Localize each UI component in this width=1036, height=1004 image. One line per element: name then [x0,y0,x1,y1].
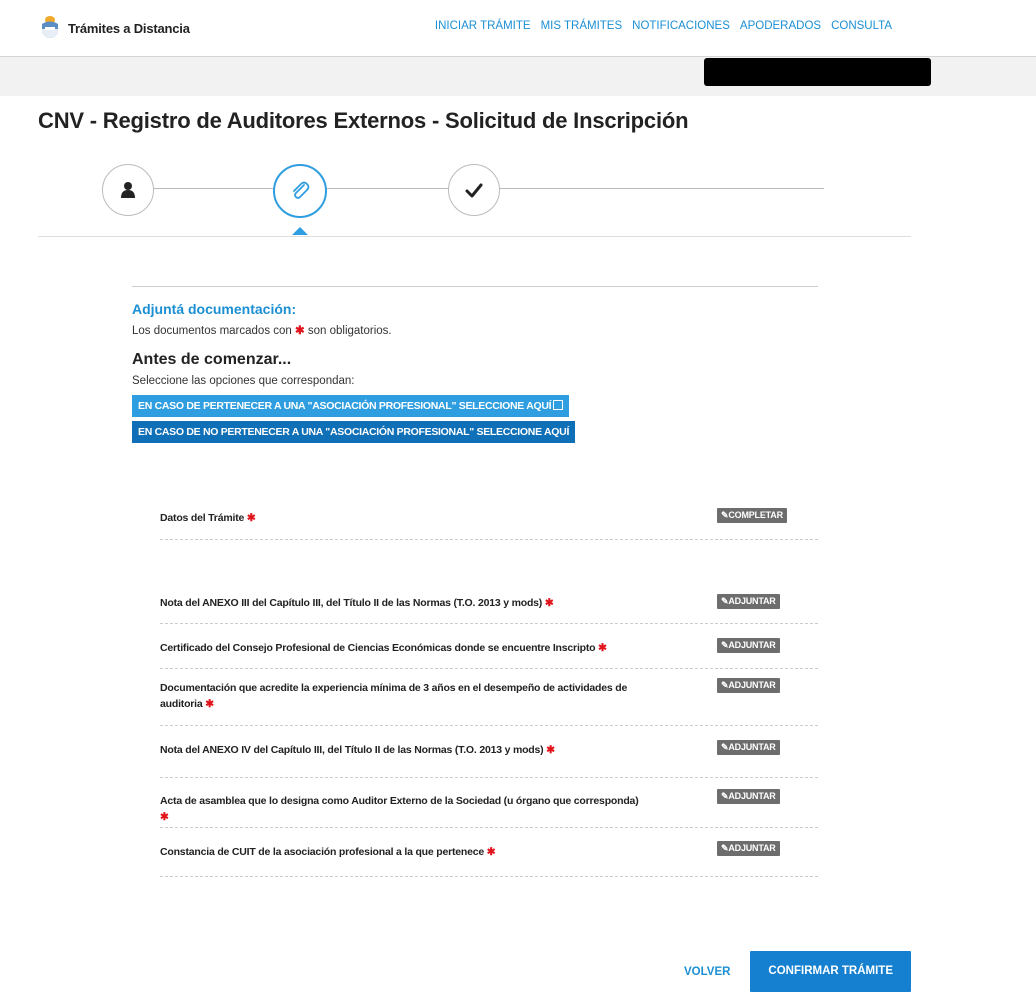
brand-name: Trámites a Distancia [68,20,190,36]
adjuntar-button[interactable]: ✎ADJUNTAR [717,594,780,609]
required-asterisk-icon: ✱ [546,744,555,756]
before-start-title: Antes de comenzar... [132,351,292,368]
brand[interactable]: Trámites a Distancia [38,12,190,44]
required-asterisk-icon: ✱ [295,325,305,337]
document-row: Constancia de CUIT de la asociación prof… [160,828,818,877]
adjuntar-button[interactable]: ✎ADJUNTAR [717,740,780,755]
user-icon [121,182,135,198]
document-label: Constancia de CUIT de la asociación prof… [160,846,496,858]
progress-stepper [38,160,911,237]
required-asterisk-icon: ✱ [205,698,214,710]
option-not-belongs-label: EN CASO DE NO PERTENECER A UNA "ASOCIACI… [138,426,570,438]
document-label: Certificado del Consejo Profesional de C… [160,642,607,654]
nav-mis-tramites[interactable]: MIS TRÁMITES [541,20,623,32]
option-not-belongs-association-button[interactable]: EN CASO DE NO PERTENECER A UNA "ASOCIACI… [132,421,576,443]
required-asterisk-icon: ✱ [486,846,496,858]
argentina-shield-logo [42,16,58,38]
required-asterisk-icon: ✱ [160,811,169,823]
document-row: Nota del ANEXO IV del Capítulo III, del … [160,726,818,778]
document-label: Documentación que acredite la experienci… [160,682,628,710]
nav-notificaciones[interactable]: NOTIFICACIONES [632,20,730,32]
required-asterisk-icon: ✱ [246,512,256,524]
document-label: Datos del Trámite ✱ [160,512,256,524]
document-row: Acta de asamblea que lo designa como Aud… [160,778,818,828]
document-label: Nota del ANEXO IV del Capítulo III, del … [160,744,555,756]
step-documents[interactable] [273,164,327,218]
confirmar-tramite-button[interactable]: CONFIRMAR TRÁMITE [750,951,911,992]
step-confirmation[interactable] [448,164,500,216]
adjuntar-button[interactable]: ✎ADJUNTAR [717,638,780,653]
adjuntar-button[interactable]: ✎ADJUNTAR [717,841,780,856]
section-note: Los documentos marcados con ✱ son obliga… [132,323,818,337]
adjuntar-button[interactable]: ✎ADJUNTAR [717,678,780,693]
document-row: Certificado del Consejo Profesional de C… [160,624,818,669]
completar-button[interactable]: ✎COMPLETAR [717,508,787,523]
volver-button[interactable]: VOLVER [684,966,730,978]
nav-iniciar-tramite[interactable]: INICIAR TRÁMITE [435,20,531,32]
required-asterisk-icon: ✱ [544,597,554,609]
page-title: CNV - Registro de Auditores Externos - S… [38,108,689,133]
before-start-subtitle: Seleccione las opciones que correspondan… [132,375,355,387]
top-header: Trámites a Distancia INICIAR TRÁMITE MIS… [0,0,1036,57]
note-prefix: Los documentos marcados con [132,325,292,337]
document-label: Acta de asamblea que lo designa como Aud… [160,795,639,823]
footer-actions: VOLVER CONFIRMAR TRÁMITE [684,951,911,992]
option-belongs-label: EN CASO DE PERTENECER A UNA "ASOCIACIÓN … [138,400,552,412]
redacted-user-info [704,58,931,86]
paperclip-icon [293,181,310,199]
check-icon [465,183,483,198]
nav-consulta[interactable]: CONSULTA [831,20,892,32]
option-belongs-association-button[interactable]: EN CASO DE PERTENECER A UNA "ASOCIACIÓN … [132,395,570,417]
document-row: Documentación que acredite la experienci… [160,669,818,726]
checkbox-checked-icon [553,400,564,411]
active-step-marker [292,227,308,235]
section-heading: Adjuntá documentación: [132,301,297,317]
document-list: Datos del Trámite ✱ ✎COMPLETAR Nota del … [160,498,818,877]
step-personal-data[interactable] [102,164,154,216]
nav-apoderados[interactable]: APODERADOS [740,20,821,32]
documents-section: Adjuntá documentación: Los documentos ma… [132,286,818,443]
document-row: Datos del Trámite ✱ ✎COMPLETAR [160,498,818,540]
document-label: Nota del ANEXO III del Capítulo III, del… [160,597,554,609]
section-divider [132,286,818,287]
adjuntar-button[interactable]: ✎ADJUNTAR [717,789,780,804]
main-nav: INICIAR TRÁMITE MIS TRÁMITES NOTIFICACIO… [435,20,892,32]
document-row: Nota del ANEXO III del Capítulo III, del… [160,583,818,624]
required-asterisk-icon: ✱ [598,642,607,654]
note-suffix: son obligatorios. [307,325,392,337]
